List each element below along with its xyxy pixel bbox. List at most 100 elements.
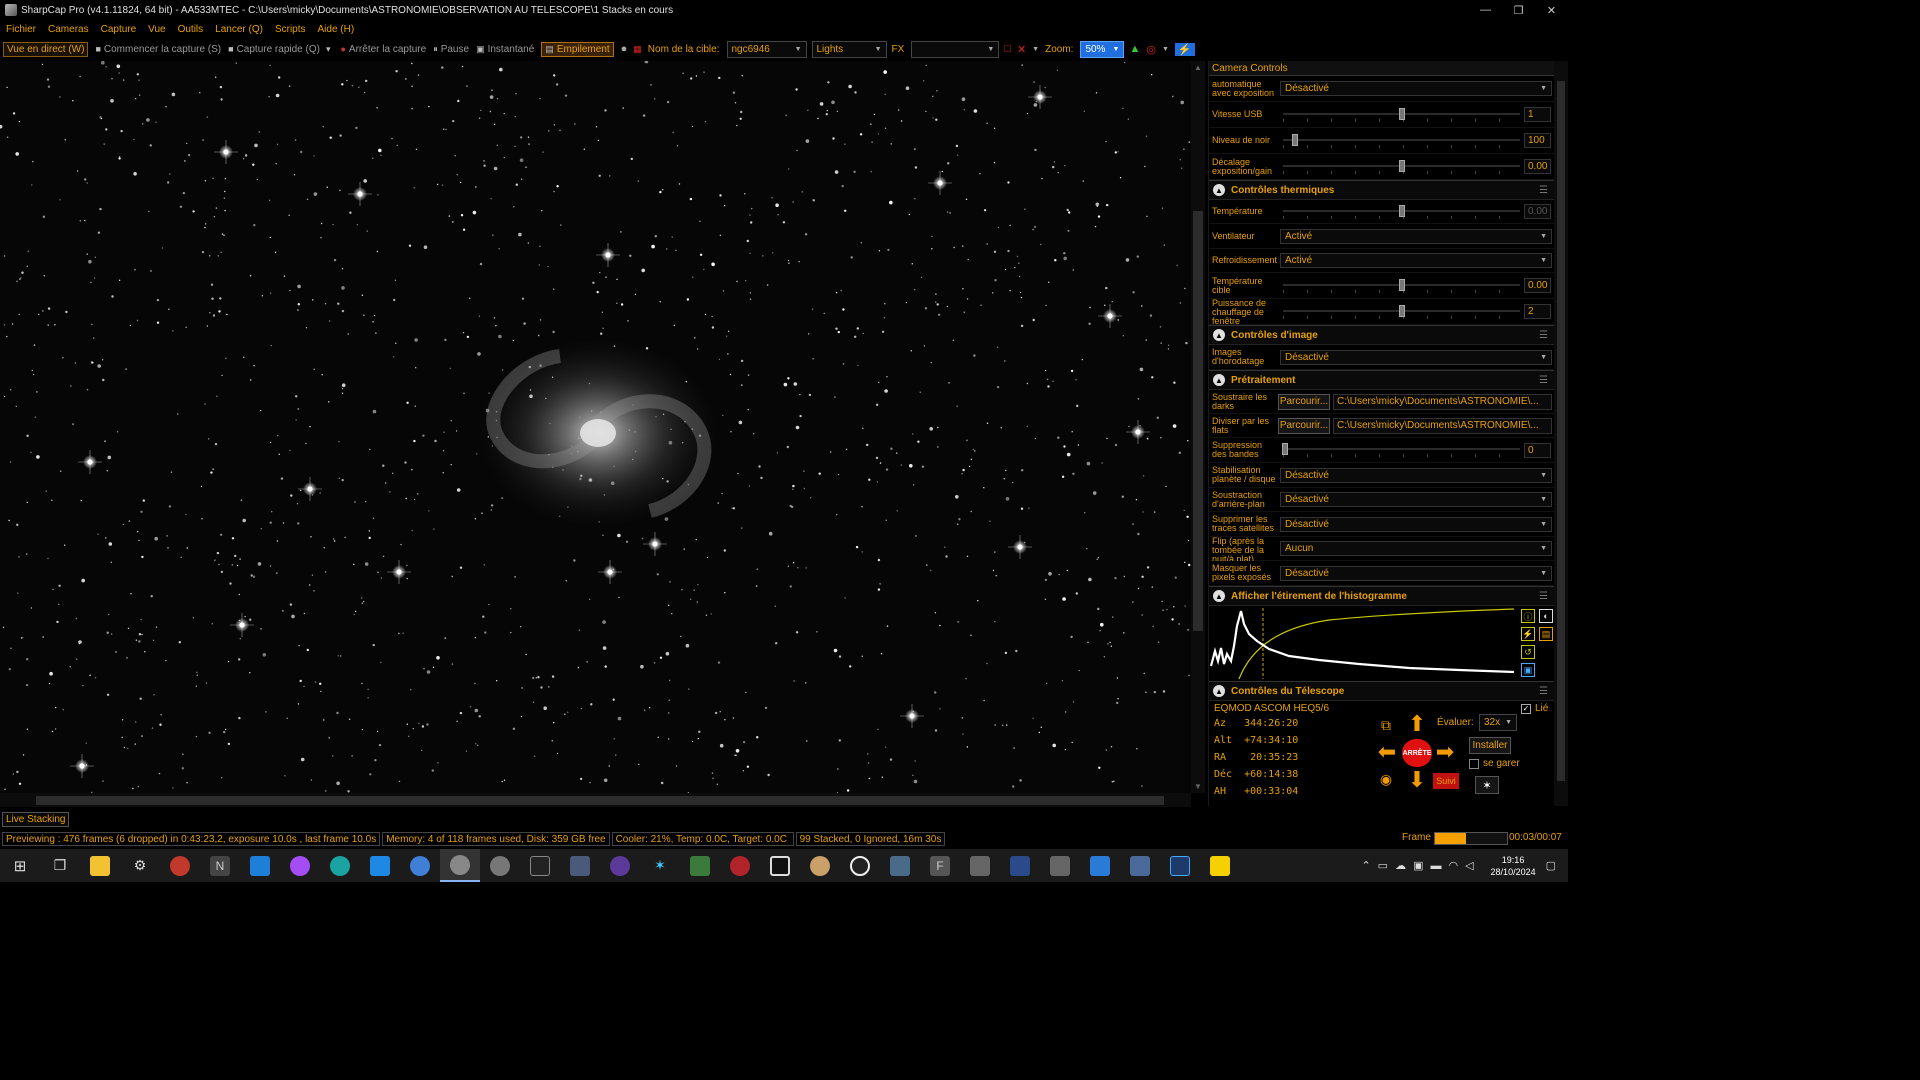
sharpcap-icon[interactable] — [440, 849, 480, 882]
darks-browse-button[interactable]: Parcourir... — [1278, 393, 1330, 410]
pause-button[interactable]: ⏸ Pause — [433, 44, 469, 55]
stacking-button[interactable]: ▤ Empilement — [541, 41, 614, 57]
app-icon[interactable] — [720, 849, 760, 882]
start-capture-button[interactable]: ■ Commencer la capture (S) — [95, 44, 221, 55]
scroll-down-icon[interactable]: ▼ — [1194, 782, 1202, 791]
app-icon[interactable] — [760, 849, 800, 882]
app-icon[interactable]: ✶ — [640, 849, 680, 882]
scroll-thumb[interactable] — [1557, 81, 1565, 781]
hamburger-icon[interactable]: ☰ — [1539, 686, 1548, 697]
quick-capture-button[interactable]: ■ Capture rapide (Q) ▾ — [228, 44, 333, 55]
collapse-icon[interactable]: ▲ — [1213, 685, 1225, 697]
install-button[interactable]: Installer — [1469, 737, 1511, 754]
app-icon[interactable] — [680, 849, 720, 882]
east-arrow-icon[interactable]: ➡ — [1433, 741, 1457, 765]
cooling-dropdown[interactable]: Activé ▼ — [1280, 253, 1552, 268]
mail-icon[interactable] — [240, 849, 280, 882]
fan-dropdown[interactable]: Activé ▼ — [1280, 228, 1552, 244]
usb-speed-value[interactable]: 1 — [1524, 107, 1551, 122]
satellite-removal-dropdown[interactable]: Désactivé ▼ — [1280, 516, 1552, 532]
west-arrow-icon[interactable]: ⬅ — [1375, 741, 1399, 765]
window-heater-value[interactable]: 2 — [1524, 304, 1551, 319]
zoom-combo[interactable]: 50% ▼ — [1080, 40, 1125, 58]
lock-icon[interactable]: ▤ — [1539, 627, 1553, 641]
focus-assist-icon[interactable]: ◎ — [1146, 43, 1156, 56]
tracking-button[interactable]: Suivi — [1433, 773, 1459, 789]
north-arrow-icon[interactable]: ⬆ — [1405, 713, 1429, 737]
menu-cameras[interactable]: Cameras — [48, 24, 89, 35]
app-icon[interactable]: F — [920, 849, 960, 882]
target-name-combo[interactable]: ngc6946 ▼ — [726, 40, 807, 58]
image-vertical-scrollbar[interactable]: ▲ ▼ — [1191, 61, 1205, 793]
app-icon[interactable] — [600, 849, 640, 882]
star-gear-icon[interactable]: ✶ — [1475, 776, 1499, 794]
app-icon[interactable] — [160, 849, 200, 882]
wifi-icon[interactable]: ◠ — [1448, 859, 1458, 872]
device-icon[interactable]: ▭ — [1378, 859, 1388, 872]
cloud-icon[interactable]: ☁ — [1395, 859, 1406, 872]
image-controls-header[interactable]: ▲ Contrôles d'image ☰ — [1209, 325, 1554, 345]
telescope-controls-header[interactable]: ▲ Contrôles du Télescope ☰ — [1209, 681, 1554, 701]
checkmark-icon[interactable]: ✓ — [1521, 703, 1531, 714]
task-view-icon[interactable]: ❐ — [40, 849, 80, 882]
reticle-cross-icon[interactable]: ✕ — [1017, 43, 1026, 56]
close-button[interactable]: ✕ — [1535, 0, 1568, 20]
volume-icon[interactable]: ◁ — [1465, 859, 1473, 872]
rate-combo[interactable]: 32x ▼ — [1479, 714, 1517, 731]
app-icon[interactable] — [400, 849, 440, 882]
app-icon[interactable] — [480, 849, 520, 882]
background-subtraction-dropdown[interactable]: Désactivé ▼ — [1280, 492, 1552, 507]
display-icon[interactable]: ▣ — [1413, 859, 1423, 872]
flats-path-dropdown[interactable]: C:\Users\micky\Documents\ASTRONOMIE\... — [1333, 417, 1552, 434]
fx-combo[interactable]: ▼ — [911, 40, 1000, 58]
black-level-slider[interactable] — [1283, 133, 1520, 148]
hamburger-icon[interactable]: ☰ — [1539, 375, 1548, 386]
menu-aide[interactable]: Aide (H) — [318, 24, 355, 35]
polar-align-icon[interactable]: ⚡ — [1174, 42, 1195, 56]
target-temperature-slider[interactable] — [1283, 278, 1520, 293]
live-stacking-tab[interactable]: Live Stacking — [2, 812, 70, 827]
app-icon[interactable] — [960, 849, 1000, 882]
scroll-thumb[interactable] — [1193, 211, 1203, 631]
hamburger-icon[interactable]: ☰ — [1539, 591, 1548, 602]
image-horizontal-scrollbar[interactable] — [0, 793, 1191, 807]
app-icon[interactable] — [1000, 849, 1040, 882]
auto-exposure-dropdown[interactable]: Désactivé ▼ — [1280, 81, 1552, 96]
save-icon[interactable]: ▣ — [1521, 663, 1535, 677]
app-icon[interactable] — [520, 849, 560, 882]
darks-path-dropdown[interactable]: C:\Users\micky\Documents\ASTRONOMIE\... — [1333, 393, 1552, 410]
stop-capture-button[interactable]: ● Arrêter la capture — [340, 44, 426, 55]
park-checkbox[interactable]: se garer — [1469, 758, 1520, 769]
collapse-icon[interactable]: ▲ — [1213, 374, 1225, 386]
app-icon[interactable] — [880, 849, 920, 882]
south-arrow-icon[interactable]: ⬇ — [1405, 769, 1429, 793]
histogram-icon[interactable]: ▲ — [1129, 43, 1140, 55]
auto-stretch-icon[interactable]: ⓘ — [1521, 609, 1535, 623]
onenote-icon[interactable]: N — [200, 849, 240, 882]
menu-fichier[interactable]: Fichier — [6, 24, 36, 35]
menu-vue[interactable]: Vue — [148, 24, 165, 35]
menu-scripts[interactable]: Scripts — [275, 24, 306, 35]
mask-pixels-dropdown[interactable]: Désactivé ▼ — [1280, 565, 1552, 581]
app-icon[interactable] — [800, 849, 840, 882]
edge-icon[interactable] — [320, 849, 360, 882]
exposure-gain-offset-slider[interactable] — [1283, 159, 1520, 174]
windows-start-icon[interactable]: ⊞ — [0, 849, 40, 882]
banding-slider[interactable] — [1282, 443, 1520, 457]
messenger-icon[interactable] — [280, 849, 320, 882]
app-icon[interactable] — [1160, 849, 1200, 882]
maximize-button[interactable]: ❐ — [1502, 0, 1535, 20]
menu-outils[interactable]: Outils — [178, 24, 204, 35]
preprocessing-header[interactable]: ▲ Prétraitement ☰ — [1209, 370, 1554, 390]
file-explorer-icon[interactable] — [80, 849, 120, 882]
hamburger-icon[interactable]: ☰ — [1539, 185, 1548, 196]
stabilization-dropdown[interactable]: Désactivé ▼ — [1280, 467, 1552, 483]
chevron-up-icon[interactable]: ⌃ — [1361, 859, 1370, 872]
collapse-icon[interactable]: ▲ — [1213, 184, 1225, 196]
notifications-icon[interactable]: ▢ — [1546, 859, 1556, 872]
chevron-down-icon[interactable]: ▼ — [1032, 46, 1039, 53]
app-icon[interactable] — [840, 849, 880, 882]
contrast-icon[interactable]: ◐ — [1539, 609, 1553, 623]
menu-capture[interactable]: Capture — [101, 24, 137, 35]
reticle-square-icon[interactable]: □ — [1004, 43, 1011, 55]
